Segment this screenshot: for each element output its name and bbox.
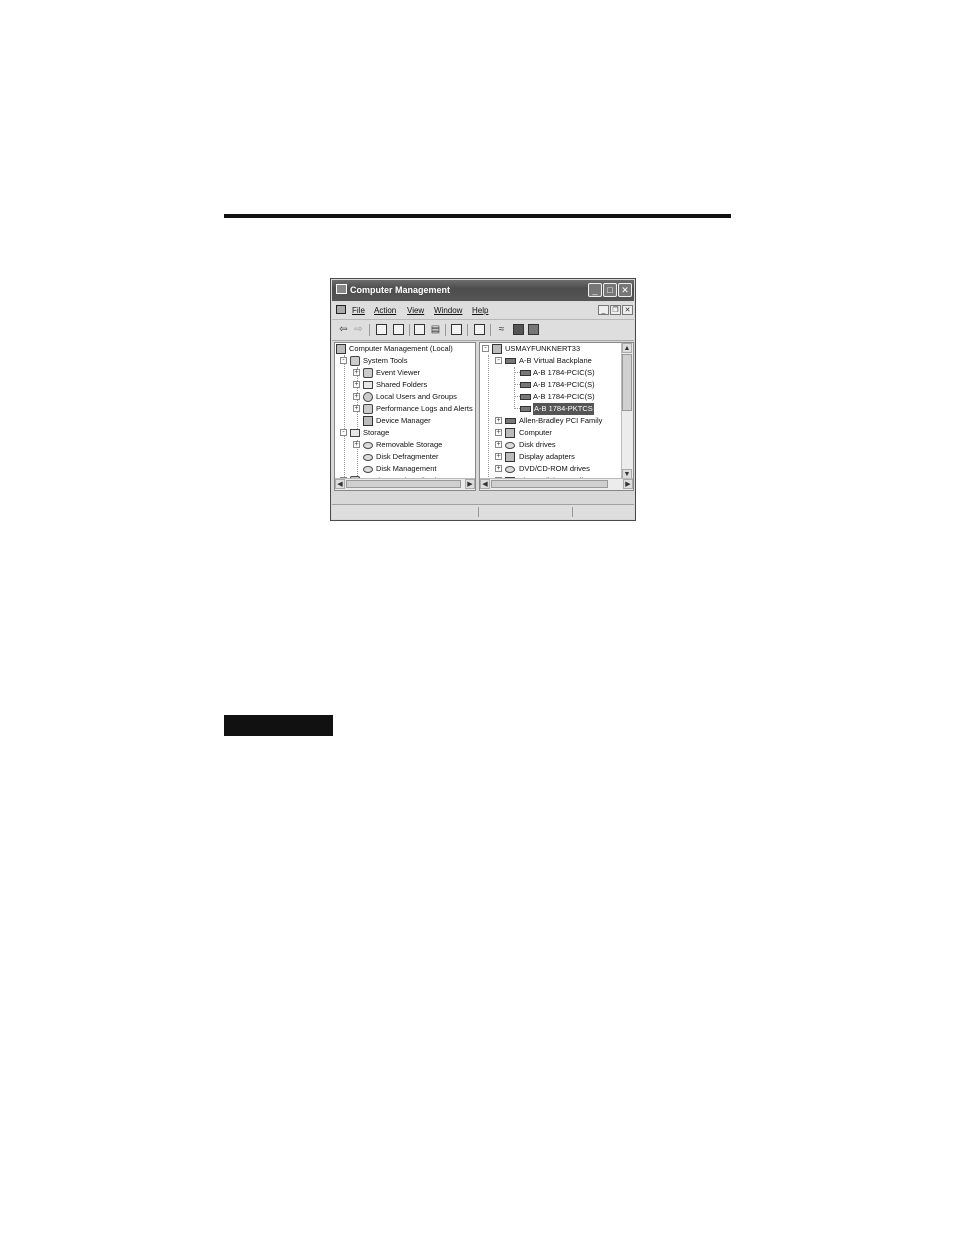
- removable-storage-icon: [363, 442, 373, 449]
- expand-toggle[interactable]: +: [353, 381, 360, 388]
- toolbar-separator: [467, 324, 468, 336]
- event-viewer-icon: [363, 368, 373, 378]
- properties-icon[interactable]: [414, 324, 425, 335]
- print-icon[interactable]: ▤: [430, 324, 441, 335]
- computer-management-icon: [336, 284, 347, 294]
- show-hide-tree-icon[interactable]: [393, 324, 404, 335]
- scroll-thumb[interactable]: [622, 354, 632, 411]
- collapse-toggle[interactable]: -: [495, 357, 502, 364]
- defragmenter-icon: [363, 454, 373, 461]
- expand-toggle[interactable]: +: [495, 441, 502, 448]
- backplane-card-icon: [505, 358, 516, 364]
- mmc-document-icon[interactable]: [336, 305, 346, 314]
- child-close-button[interactable]: ✕: [622, 305, 633, 315]
- toolbar-separator: [369, 324, 370, 336]
- scroll-up-icon[interactable]: ▲: [622, 343, 632, 353]
- child-restore-button[interactable]: ❐: [610, 305, 621, 315]
- child-minimize-button[interactable]: _: [598, 305, 609, 315]
- scroll-thumb[interactable]: [491, 480, 608, 488]
- network-card-icon: [520, 394, 531, 400]
- collapse-toggle[interactable]: -: [340, 429, 347, 436]
- toolbar: ⇦ ⇨ ▤ ≈: [332, 320, 634, 341]
- expand-toggle[interactable]: +: [495, 417, 502, 424]
- computer-icon: [492, 344, 502, 354]
- console-tree-pane[interactable]: Computer Management (Local) - System Too…: [334, 342, 476, 491]
- menu-file[interactable]: File: [352, 306, 365, 315]
- dvd-drive-icon: [505, 466, 515, 473]
- disk-management-icon: [363, 466, 373, 473]
- display-adapter-icon: [505, 452, 515, 462]
- menu-bar: File Action View Window Help _ ❐ ✕: [332, 302, 634, 320]
- computer-icon: [505, 428, 515, 438]
- device-manager-icon: [363, 416, 373, 426]
- toolbar-separator: [490, 324, 491, 336]
- maximize-button[interactable]: □: [603, 283, 617, 297]
- menu-action[interactable]: Action: [374, 306, 396, 315]
- disable-icon[interactable]: [528, 324, 539, 335]
- network-card-icon: [520, 382, 531, 388]
- collapse-toggle[interactable]: -: [340, 357, 347, 364]
- right-horizontal-scrollbar[interactable]: ◀ ▶: [480, 478, 633, 490]
- scroll-right-icon[interactable]: ▶: [623, 479, 633, 489]
- system-tools-icon: [350, 356, 360, 366]
- right-vertical-scrollbar[interactable]: ▲ ▼: [621, 343, 633, 479]
- black-label-bar: [224, 715, 333, 736]
- collapse-toggle[interactable]: -: [482, 345, 489, 352]
- title-bar[interactable]: Computer Management _ □ ✕: [332, 280, 634, 301]
- expand-toggle[interactable]: +: [495, 429, 502, 436]
- storage-icon: [350, 429, 360, 437]
- expand-toggle[interactable]: +: [353, 405, 360, 412]
- device-tree-pane[interactable]: - USMAYFUNKNERT33 - A-B Virtual Backplan…: [479, 342, 634, 491]
- expand-toggle[interactable]: +: [495, 453, 502, 460]
- status-bar: [332, 504, 634, 519]
- disk-drive-icon: [505, 442, 515, 449]
- menu-view[interactable]: View: [407, 306, 424, 315]
- expand-toggle[interactable]: +: [353, 441, 360, 448]
- menu-window[interactable]: Window: [434, 306, 462, 315]
- forward-arrow-icon[interactable]: ⇨: [353, 324, 364, 335]
- back-arrow-icon[interactable]: ⇦: [338, 324, 349, 335]
- minimize-button[interactable]: _: [588, 283, 602, 297]
- scroll-thumb[interactable]: [346, 480, 461, 488]
- performance-icon: [363, 404, 373, 414]
- expand-toggle[interactable]: +: [353, 393, 360, 400]
- help-icon[interactable]: [451, 324, 462, 335]
- status-divider: [572, 507, 573, 517]
- scan-hardware-icon[interactable]: ≈: [496, 324, 507, 335]
- page-top-rule: [224, 214, 731, 218]
- network-card-icon: [520, 370, 531, 376]
- computer-icon: [336, 344, 346, 354]
- network-card-icon: [520, 406, 531, 412]
- menu-help[interactable]: Help: [472, 306, 488, 315]
- scroll-left-icon[interactable]: ◀: [335, 479, 345, 489]
- shared-folder-icon: [363, 381, 373, 389]
- users-icon: [363, 392, 373, 402]
- left-horizontal-scrollbar[interactable]: ◀ ▶: [335, 478, 475, 490]
- uninstall-icon[interactable]: [513, 324, 524, 335]
- scroll-right-icon[interactable]: ▶: [465, 479, 475, 489]
- toolbar-separator: [445, 324, 446, 336]
- computer-management-window: Computer Management _ □ ✕ File Action Vi…: [330, 278, 636, 521]
- scroll-left-icon[interactable]: ◀: [480, 479, 490, 489]
- expand-toggle[interactable]: +: [495, 465, 502, 472]
- up-folder-icon[interactable]: [376, 324, 387, 335]
- selected-item-label: A-B 1784-PKTCS: [533, 403, 594, 415]
- pci-card-icon: [505, 418, 516, 424]
- toolbar-separator: [409, 324, 410, 336]
- close-button[interactable]: ✕: [618, 283, 632, 297]
- status-divider: [478, 507, 479, 517]
- computer-icon[interactable]: [474, 324, 485, 335]
- window-title: Computer Management: [350, 285, 451, 295]
- expand-toggle[interactable]: +: [353, 369, 360, 376]
